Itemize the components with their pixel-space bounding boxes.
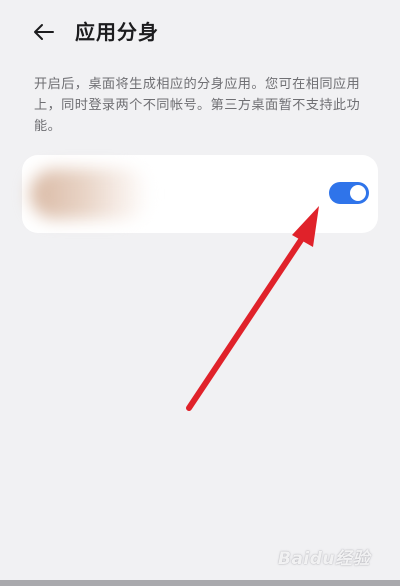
watermark: Baidu经验 <box>278 549 371 569</box>
bottom-edge <box>0 580 400 586</box>
annotation-arrowhead <box>292 206 319 247</box>
screen: 应用分身 开启后，桌面将生成相应的分身应用。您可在相同应用上，同时登录两个不同帐… <box>0 0 400 586</box>
annotation-arrow <box>186 206 319 411</box>
annotation-arrow-shaft <box>186 225 312 411</box>
